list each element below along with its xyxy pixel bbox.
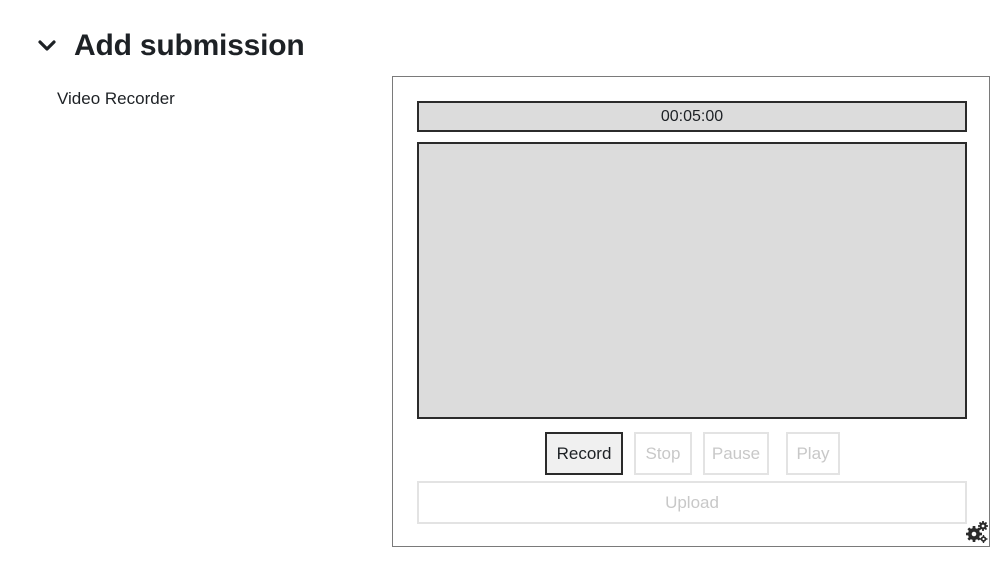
video-recorder-label: Video Recorder xyxy=(57,89,175,108)
play-button[interactable]: Play xyxy=(786,432,840,475)
pause-button[interactable]: Pause xyxy=(703,432,769,475)
add-submission-header[interactable]: Add submission xyxy=(36,26,305,66)
chevron-down-icon[interactable] xyxy=(36,35,58,57)
page: Add submission Video Recorder 00:05:00 R… xyxy=(0,0,1007,562)
video-recorder-panel: 00:05:00 Record Stop Pause Play Upload xyxy=(392,76,990,547)
video-preview xyxy=(417,142,967,419)
record-button[interactable]: Record xyxy=(545,432,623,475)
recorder-controls: Record Stop Pause Play xyxy=(393,432,991,476)
gears-icon[interactable] xyxy=(965,520,989,544)
timer-value: 00:05:00 xyxy=(660,107,724,125)
section-title: Add submission xyxy=(74,29,305,62)
upload-button[interactable]: Upload xyxy=(417,481,967,524)
timer-display: 00:05:00 xyxy=(417,101,967,132)
stop-button[interactable]: Stop xyxy=(634,432,692,475)
